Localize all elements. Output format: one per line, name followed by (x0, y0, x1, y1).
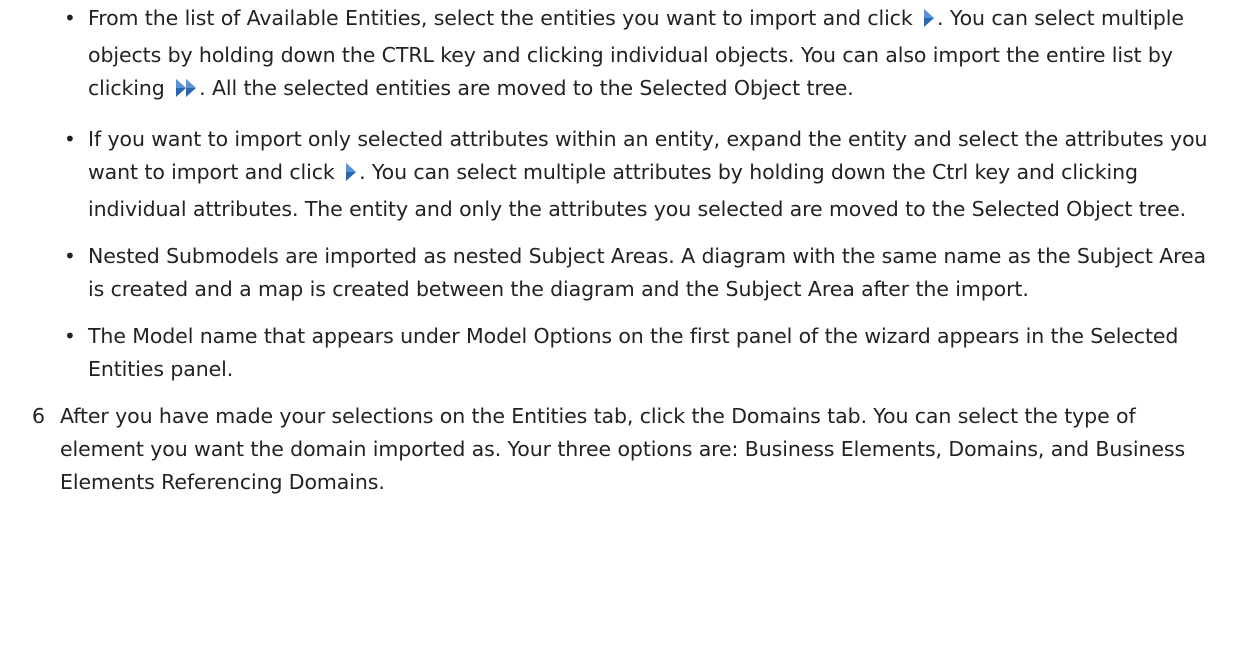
step-number: 6 (32, 404, 45, 428)
bullet-text: The Model name that appears under Model … (88, 324, 1179, 381)
bullet-text: If you want to import only selected attr… (88, 123, 1208, 226)
move-right-icon (345, 160, 357, 193)
document-page: • From the list of Available Entities, s… (0, 0, 1258, 499)
move-right-icon (923, 6, 935, 39)
bullet-dot: • (64, 127, 76, 151)
bullet-item-model-name: • The Model name that appears under Mode… (64, 320, 1208, 386)
move-all-right-icon (175, 76, 197, 109)
bullet-text: Nested Submodels are imported as nested … (88, 244, 1207, 301)
bullet-text-part: . All the selected entities are moved to… (199, 76, 854, 100)
bullet-item-selected-attributes: • If you want to import only selected at… (64, 123, 1208, 226)
bullet-text-part: From the list of Available Entities, sel… (88, 6, 920, 30)
bullet-text: From the list of Available Entities, sel… (88, 2, 1208, 109)
bullet-list: • From the list of Available Entities, s… (0, 0, 1258, 386)
step-text: After you have made your selections on t… (60, 404, 1186, 494)
bullet-item-available-entities: • From the list of Available Entities, s… (64, 2, 1208, 109)
bullet-dot: • (64, 244, 76, 268)
numbered-step: 6 After you have made your selections on… (32, 400, 1210, 499)
bullet-dot: • (64, 6, 76, 30)
bullet-dot: • (64, 324, 76, 348)
bullet-item-nested-submodels: • Nested Submodels are imported as neste… (64, 240, 1208, 306)
